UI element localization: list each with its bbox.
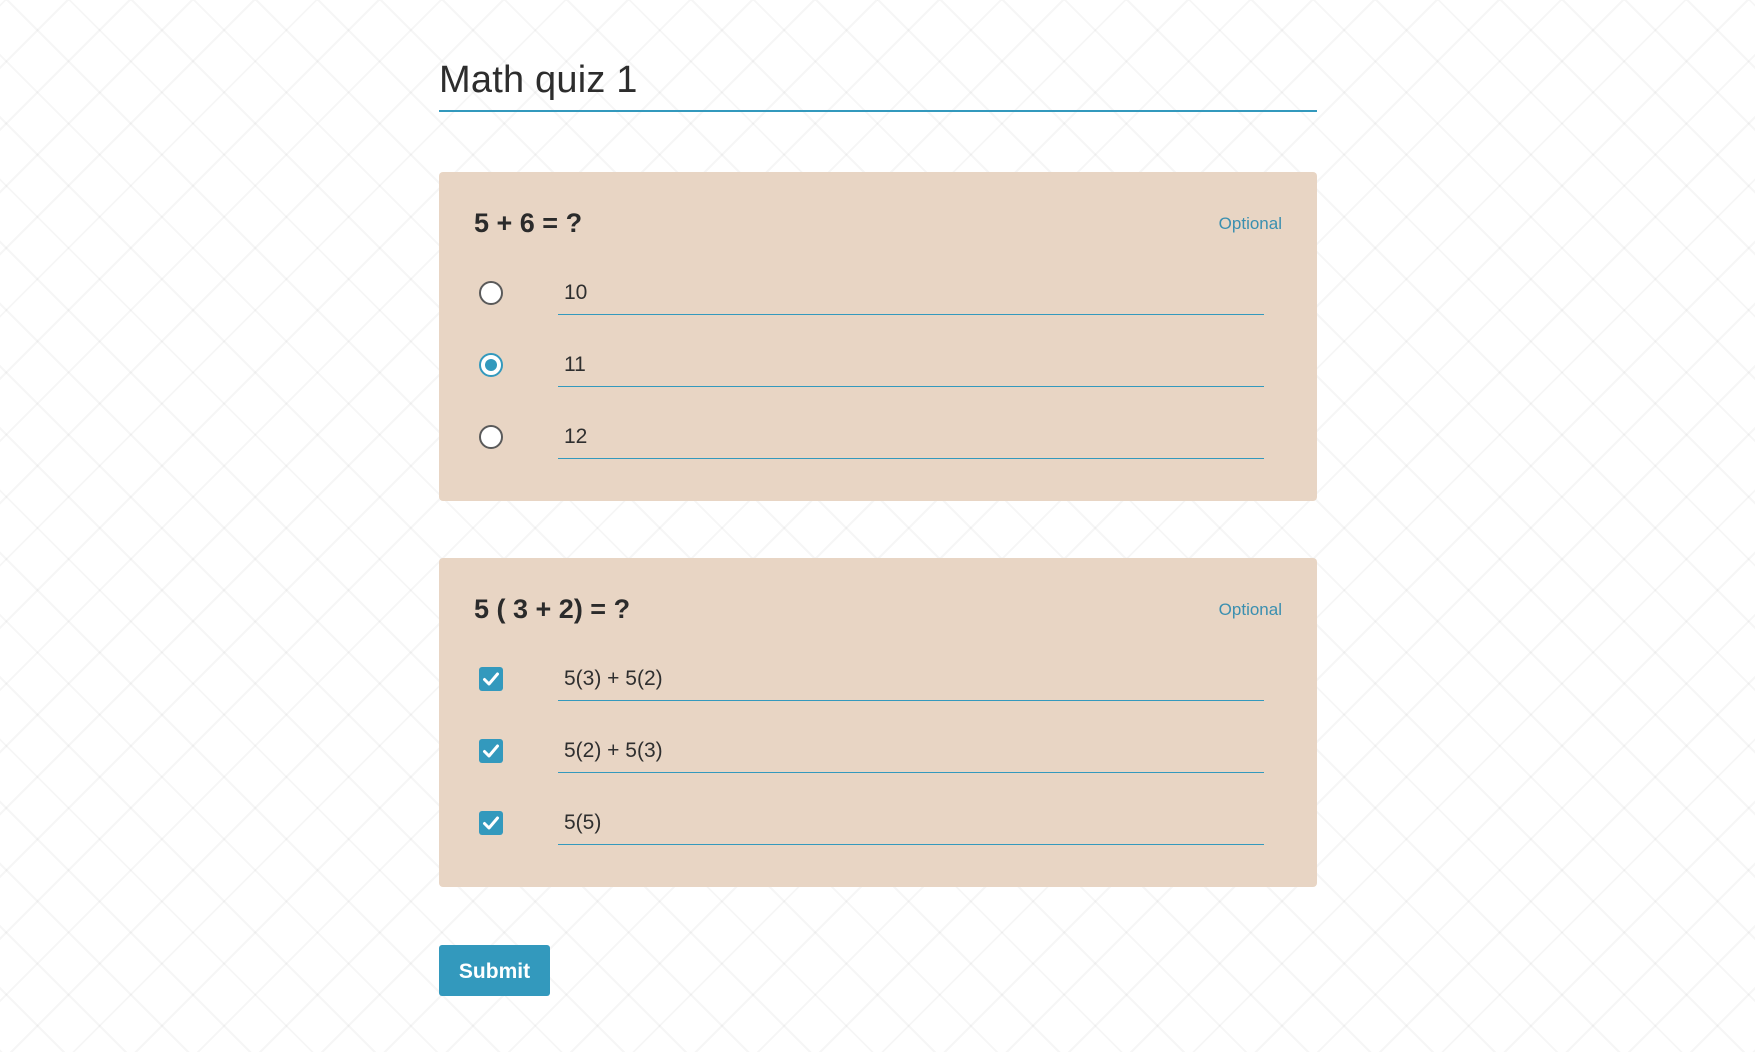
question-text: 5 + 6 = ?: [474, 208, 583, 238]
option-row[interactable]: 5(5): [474, 801, 1264, 845]
option-row[interactable]: 12: [474, 415, 1264, 459]
question-text: 5 ( 3 + 2) = ?: [474, 594, 631, 624]
optional-label: Optional: [1218, 214, 1282, 233]
checkbox-checked-icon[interactable]: [479, 739, 503, 763]
checkbox-checked-icon[interactable]: [479, 811, 503, 835]
optional-label: Optional: [1218, 600, 1282, 619]
radio-unchecked-icon[interactable]: [479, 425, 503, 449]
question-card-1: 5 + 6 = ? Optional 10 11 12: [439, 172, 1317, 501]
option-label[interactable]: 5(2) + 5(3): [558, 729, 1264, 773]
option-label[interactable]: 12: [558, 415, 1264, 459]
option-label[interactable]: 5(5): [558, 801, 1264, 845]
option-label[interactable]: 11: [558, 343, 1264, 387]
question-card-2: 5 ( 3 + 2) = ? Optional 5(3) + 5(2) 5(2)…: [439, 558, 1317, 887]
submit-button[interactable]: Submit: [439, 945, 550, 996]
option-row[interactable]: 5(2) + 5(3): [474, 729, 1264, 773]
option-label[interactable]: 5(3) + 5(2): [558, 657, 1264, 701]
quiz-title: Math quiz 1: [439, 52, 1317, 112]
option-row[interactable]: 10: [474, 271, 1264, 315]
option-row[interactable]: 5(3) + 5(2): [474, 657, 1264, 701]
radio-checked-icon[interactable]: [479, 353, 503, 377]
checkbox-checked-icon[interactable]: [479, 667, 503, 691]
option-row[interactable]: 11: [474, 343, 1264, 387]
option-label[interactable]: 10: [558, 271, 1264, 315]
radio-unchecked-icon[interactable]: [479, 281, 503, 305]
